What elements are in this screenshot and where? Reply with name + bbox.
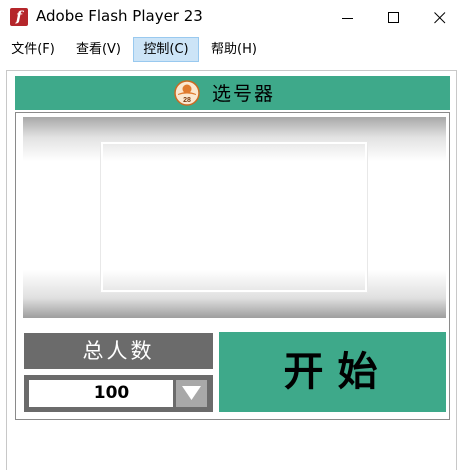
chevron-down-icon: [182, 386, 201, 400]
total-count-label: 总人数: [82, 339, 155, 363]
maximize-button[interactable]: [371, 0, 417, 36]
menu-bar: 文件(F) 查看(V) 控制(C) 帮助(H): [0, 37, 463, 62]
menu-view[interactable]: 查看(V): [67, 37, 130, 62]
minimize-icon: [342, 18, 353, 19]
close-icon: [434, 12, 446, 24]
menu-control[interactable]: 控制(C): [133, 37, 199, 62]
app-title: 选号器: [212, 83, 276, 105]
lottery-ball-icon: 28: [174, 80, 200, 106]
start-button-label[interactable]: 开始: [219, 332, 446, 412]
ball-number: 28: [183, 97, 191, 104]
title-bar[interactable]: f Adobe Flash Player 23: [0, 0, 463, 36]
result-display-box: [101, 142, 367, 292]
maximize-icon: [388, 12, 399, 23]
flash-player-icon: f: [10, 8, 28, 26]
close-button[interactable]: [417, 0, 463, 36]
minimize-button[interactable]: [325, 0, 371, 36]
menu-file[interactable]: 文件(F): [3, 37, 63, 62]
count-value[interactable]: 100: [29, 380, 194, 407]
menu-help[interactable]: 帮助(H): [203, 37, 265, 62]
count-dropdown-button[interactable]: [176, 380, 207, 407]
window-title: Adobe Flash Player 23: [36, 7, 203, 25]
